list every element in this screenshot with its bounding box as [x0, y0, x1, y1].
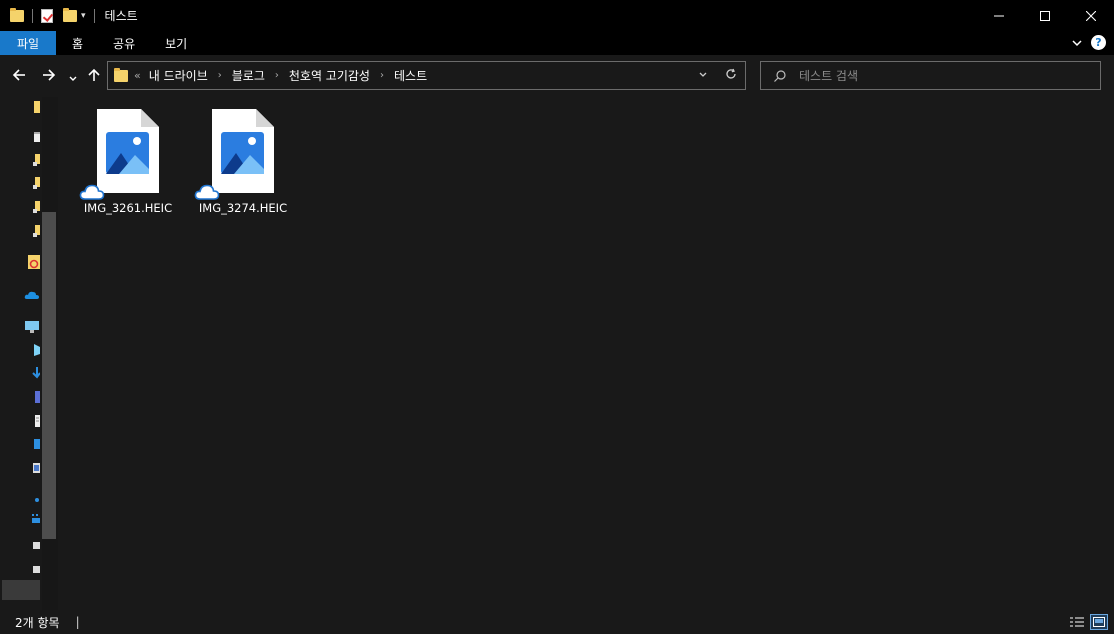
large-icons-view-icon — [1093, 617, 1105, 627]
ribbon-controls: ? — [1071, 35, 1106, 50]
back-button[interactable] — [12, 67, 26, 86]
navigation-pane — [0, 97, 58, 622]
chevron-right-icon[interactable]: › — [275, 70, 279, 81]
address-bar[interactable]: « 내 드라이브 › 블로그 › 천호역 고기감성 › 테스트 — [107, 61, 746, 90]
breadcrumb-overflow[interactable]: « — [134, 69, 141, 82]
divider — [93, 8, 95, 23]
new-folder-icon[interactable] — [63, 7, 77, 22]
pinned-folder-icon[interactable] — [26, 177, 40, 189]
refresh-button[interactable] — [717, 68, 745, 83]
tab-share[interactable]: 공유 — [98, 31, 150, 55]
address-controls — [689, 62, 745, 89]
pinned-folder-icon[interactable] — [26, 225, 40, 237]
pictures-icon[interactable] — [26, 463, 40, 475]
file-name: IMG_3274.HEIC — [198, 201, 288, 215]
local-disk-icon[interactable] — [26, 513, 40, 525]
search-input[interactable] — [799, 68, 1079, 83]
title-bar: ▾ 테스트 — [0, 0, 1114, 31]
up-arrow-icon — [88, 68, 100, 81]
maximize-button[interactable] — [1022, 0, 1068, 31]
back-arrow-icon — [12, 69, 25, 81]
expand-ribbon-icon[interactable] — [1071, 37, 1083, 49]
documents-icon[interactable] — [26, 415, 40, 427]
breadcrumb-my-drive[interactable]: 내 드라이브 — [149, 67, 208, 84]
customize-toolbar-icon[interactable]: ▾ — [81, 11, 86, 21]
pinned-folder-icon[interactable] — [26, 201, 40, 213]
forward-button[interactable] — [42, 67, 56, 86]
pinned-folder-icon[interactable] — [26, 130, 40, 142]
this-pc-icon[interactable] — [24, 321, 40, 333]
chevron-right-icon[interactable]: › — [380, 70, 384, 81]
navigation-bar: « 내 드라이브 › 블로그 › 천호역 고기감성 › 테스트 — [0, 55, 1114, 97]
drive-icon[interactable] — [26, 563, 40, 575]
image-file-icon — [79, 109, 159, 200]
minimize-button[interactable] — [976, 0, 1022, 31]
breadcrumb-folder[interactable]: 천호역 고기감성 — [289, 67, 370, 84]
nav-selected-highlight — [2, 580, 40, 600]
drive-icon[interactable] — [26, 539, 40, 551]
music-icon[interactable] — [26, 491, 40, 503]
address-history-button[interactable] — [689, 69, 717, 83]
cloud-icon — [79, 184, 105, 200]
minimize-icon — [994, 15, 1004, 16]
folder-icon — [10, 7, 24, 22]
file-item[interactable]: IMG_3274.HEIC — [194, 109, 290, 215]
search-box[interactable] — [760, 61, 1101, 90]
up-button[interactable] — [87, 67, 101, 86]
videos-icon[interactable] — [26, 391, 40, 403]
details-view-button[interactable] — [1068, 614, 1086, 630]
divider: | — [75, 615, 80, 629]
breadcrumb-current[interactable]: 테스트 — [394, 67, 427, 84]
divider — [32, 8, 33, 23]
desktop-icon[interactable] — [26, 439, 40, 451]
breadcrumb: « 내 드라이브 › 블로그 › 천호역 고기감성 › 테스트 — [134, 67, 427, 84]
properties-icon[interactable] — [41, 8, 53, 23]
recent-locations-button[interactable] — [68, 69, 78, 88]
breadcrumb-blog[interactable]: 블로그 — [232, 67, 265, 84]
downloads-icon[interactable] — [26, 367, 40, 379]
tab-home[interactable]: 홈 — [57, 31, 98, 55]
chevron-right-icon[interactable]: › — [218, 70, 222, 81]
chevron-down-icon — [699, 72, 707, 77]
folder-icon — [114, 67, 128, 82]
nav-scrollbar-thumb[interactable] — [42, 212, 56, 539]
quick-access-icon[interactable] — [26, 101, 40, 113]
close-button[interactable] — [1068, 0, 1114, 31]
file-name: IMG_3261.HEIC — [83, 201, 173, 215]
file-item[interactable]: IMG_3261.HEIC — [79, 109, 175, 215]
chevron-down-icon — [69, 76, 77, 81]
close-icon — [1086, 10, 1096, 21]
window-controls — [976, 0, 1114, 31]
tab-file[interactable]: 파일 — [0, 31, 56, 55]
forward-arrow-icon — [43, 69, 56, 81]
search-icon — [774, 69, 786, 82]
ribbon-tabs: 파일 홈 공유 보기 ? — [0, 31, 1114, 55]
refresh-icon — [726, 68, 736, 79]
image-file-icon — [194, 109, 274, 200]
onedrive-icon[interactable] — [24, 290, 40, 300]
item-count: 2개 항목 — [15, 615, 60, 630]
file-list: IMG_3261.HEIC IMG_3274.HEIC — [58, 97, 1114, 610]
3d-objects-icon[interactable] — [26, 344, 40, 356]
view-switcher — [1068, 614, 1108, 630]
details-view-icon — [1070, 617, 1084, 627]
creative-cloud-icon[interactable] — [26, 255, 40, 269]
large-icons-view-button[interactable] — [1090, 614, 1108, 630]
tab-view[interactable]: 보기 — [150, 31, 202, 55]
cloud-icon — [194, 184, 220, 200]
status-bar: 2개 항목 | — [0, 610, 1114, 634]
quick-access-toolbar: ▾ — [0, 7, 99, 23]
help-icon[interactable]: ? — [1091, 35, 1106, 50]
pinned-folder-icon[interactable] — [26, 154, 40, 166]
maximize-icon — [1040, 10, 1050, 21]
window-title: 테스트 — [104, 9, 138, 23]
